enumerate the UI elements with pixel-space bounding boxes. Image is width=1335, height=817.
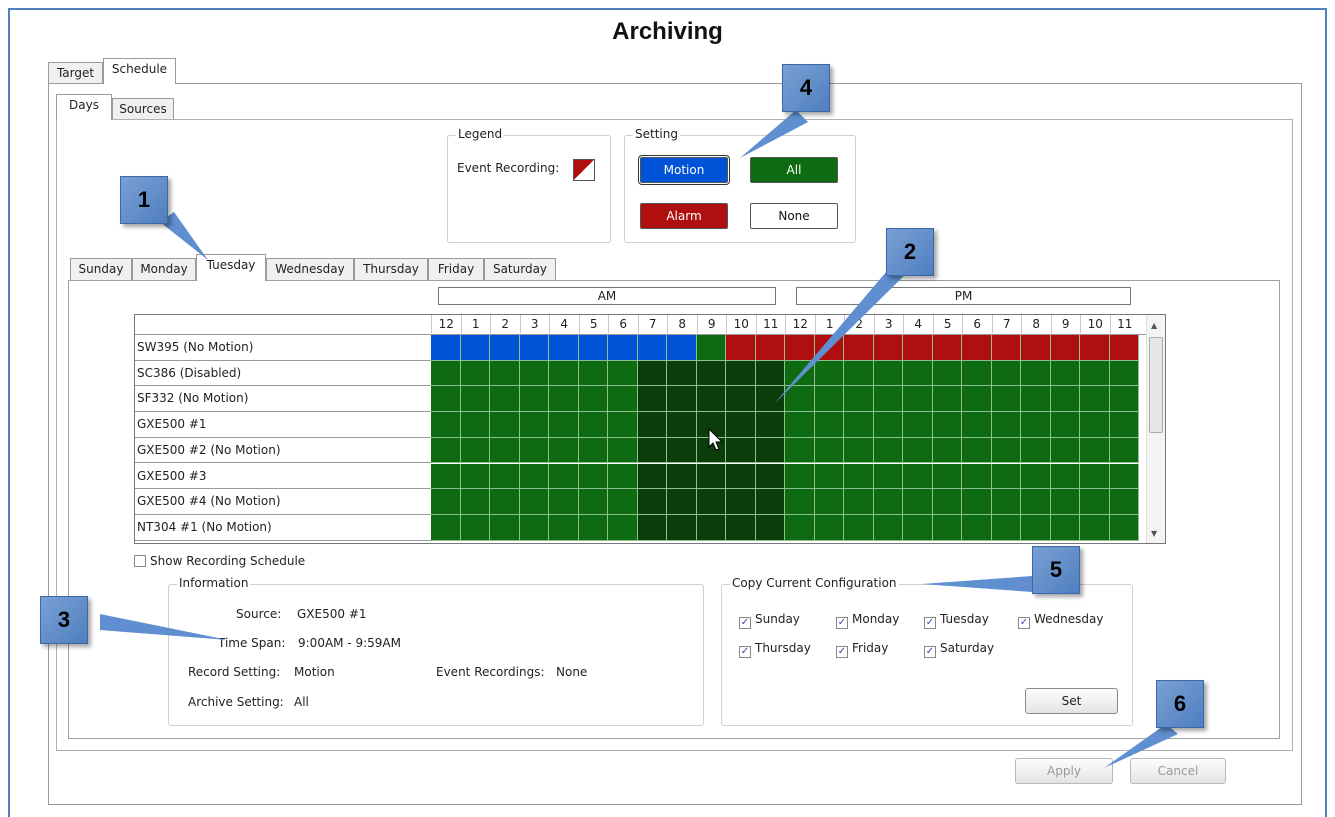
callout-arrow-4 <box>740 110 808 158</box>
callout-4: 4 <box>782 64 830 112</box>
callout-3: 3 <box>40 596 88 644</box>
callout-arrow-5 <box>922 576 1032 592</box>
callout-5: 5 <box>1032 546 1080 594</box>
callout-arrow-6 <box>1104 724 1178 768</box>
callout-arrow-3 <box>100 614 228 640</box>
callout-2: 2 <box>886 228 934 276</box>
callout-arrows <box>100 110 1178 768</box>
callout-arrow-2 <box>774 258 912 404</box>
callout-1: 1 <box>120 176 168 224</box>
callout-6: 6 <box>1156 680 1204 728</box>
